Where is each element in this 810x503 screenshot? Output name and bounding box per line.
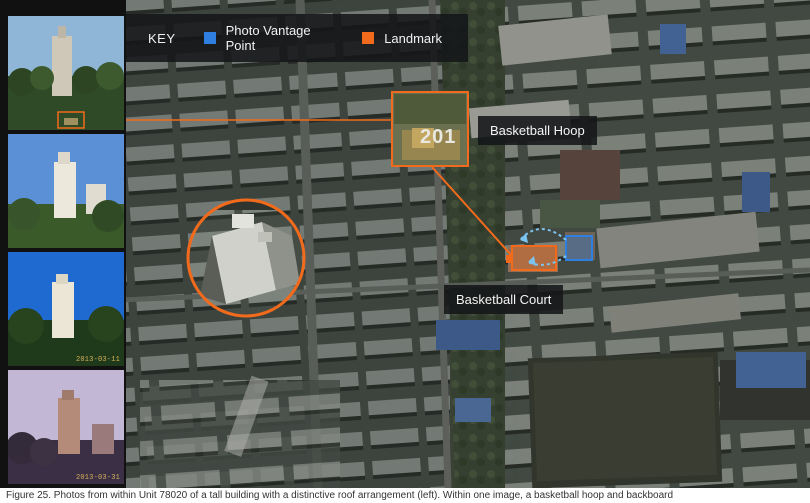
photo-thumbnail-strip: 2013-03-11 2013-03-31: [0, 0, 126, 488]
vantage-point-marker: [565, 235, 593, 261]
map-key: KEY Photo Vantage Point Landmark: [126, 14, 468, 62]
hoop-inset-number: 201: [420, 126, 457, 148]
basketball-court-label: Basketball Court: [444, 285, 564, 314]
thumbnail-photo-2[interactable]: [8, 134, 124, 248]
landmark-swatch-icon: [362, 32, 375, 44]
thumbnail-photo-1[interactable]: [8, 16, 124, 130]
annotated-satellite-figure: 201 2013-03-11 2013-03-31 KEY Photo Vant…: [0, 0, 810, 488]
thumbnail-photo-4[interactable]: 2013-03-31: [8, 370, 124, 484]
thumbnail-photo-3[interactable]: 2013-03-11: [8, 252, 124, 366]
basketball-hoop-label: Basketball Hoop: [478, 116, 597, 145]
key-entry-label: Landmark: [384, 30, 442, 46]
thumbnail-date: 2013-03-11: [75, 356, 120, 364]
vantage-point-swatch-icon: [204, 32, 216, 44]
key-entry-label: Photo Vantage Point: [225, 23, 311, 53]
key-entry-landmark: Landmark: [362, 31, 442, 46]
key-entry-vantage-point: Photo Vantage Point: [204, 23, 336, 53]
key-title: KEY: [148, 30, 176, 46]
landmark-tab: [506, 255, 512, 263]
figure-caption: Figure 25. Photos from within Unit 78020…: [6, 490, 674, 501]
thumbnail-date: 2013-03-31: [75, 474, 120, 482]
